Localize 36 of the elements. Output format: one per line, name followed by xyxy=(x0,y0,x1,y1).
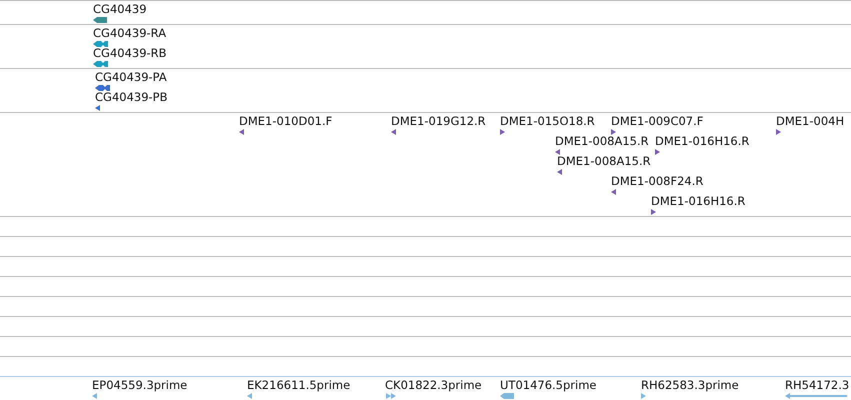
left-arrow-icon[interactable] xyxy=(93,61,108,67)
feature-label: DME1-009C07.F xyxy=(611,114,704,128)
feature-label: RH54172.3 xyxy=(785,378,850,392)
left-arrow-icon[interactable] xyxy=(391,129,396,135)
right-arrow-icon[interactable] xyxy=(776,129,781,135)
left-arrow-icon[interactable] xyxy=(555,149,560,155)
feature-label: DME1-015O18.R xyxy=(500,114,595,128)
feature-label: CG40439 xyxy=(93,2,147,16)
right-arrow-icon[interactable] xyxy=(500,129,505,135)
left-arrow-icon[interactable] xyxy=(93,17,107,23)
feature-label: DME1-004H xyxy=(776,114,844,128)
left-arrow-icon[interactable] xyxy=(93,41,108,47)
feature-label: CK01822.3prime xyxy=(385,378,482,392)
feature-label: UT01476.5prime xyxy=(500,378,596,392)
feature-label: DME1-008F24.R xyxy=(611,174,704,188)
right-arrow-icon[interactable] xyxy=(611,129,616,135)
left-arrow-icon[interactable] xyxy=(611,189,616,195)
feature-label: DME1-010D01.F xyxy=(239,114,332,128)
right-arrow-icon[interactable] xyxy=(655,149,660,155)
feature-label: DME1-016H16.R xyxy=(651,194,746,208)
feature-label: EK216611.5prime xyxy=(247,378,350,392)
feature-label: CG40439-RA xyxy=(93,26,166,40)
feature-label: CG40439-PA xyxy=(95,70,167,84)
feature-label: DME1-016H16.R xyxy=(655,134,750,148)
feature-label: CG40439-PB xyxy=(95,90,168,104)
feature-label: EP04559.3prime xyxy=(92,378,188,392)
left-arrow-icon[interactable] xyxy=(95,105,100,111)
right-arrow-icon[interactable] xyxy=(651,209,656,215)
left-arrow-icon[interactable] xyxy=(557,169,562,175)
feature-label: CG40439-RB xyxy=(93,46,167,60)
left-arrow-icon[interactable] xyxy=(95,85,110,91)
feature-label: DME1-019G12.R xyxy=(391,114,486,128)
feature-label: RH62583.3prime xyxy=(641,378,739,392)
feature-label: DME1-008A15.R xyxy=(555,134,649,148)
left-arrow-icon[interactable] xyxy=(239,129,244,135)
feature-label: DME1-008A15.R xyxy=(557,154,651,168)
